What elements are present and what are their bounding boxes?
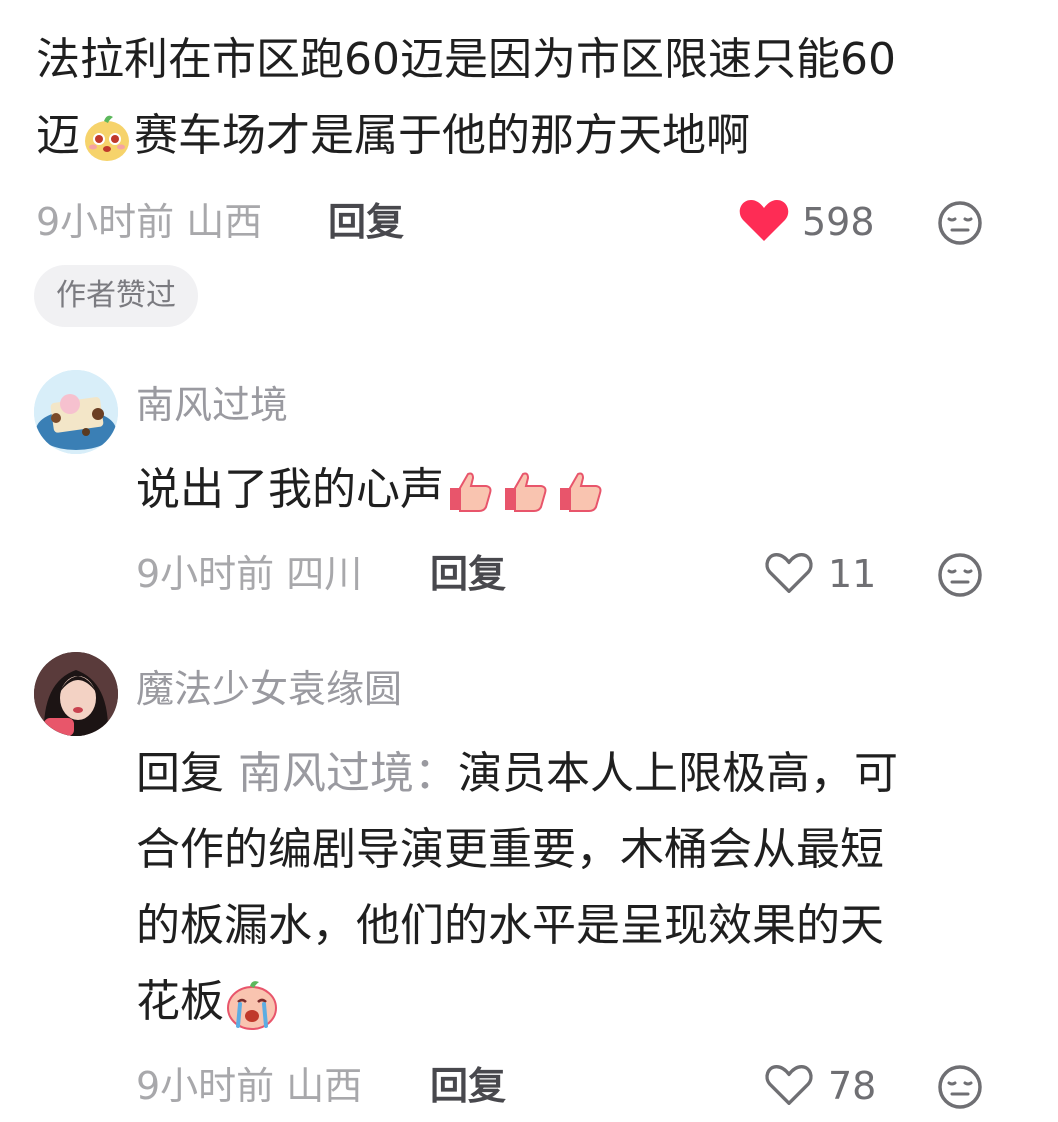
comment-location: 山西 [286,1064,363,1108]
thumbs-up-emoji-icon [444,470,496,514]
like-count: 78 [828,1064,877,1108]
thumbs-up-emoji-icon [554,470,606,514]
comment-location: 山西 [186,200,263,244]
heart-outline-icon [765,1065,813,1105]
dislike-button[interactable] [936,1063,984,1111]
reply-prefix: 回复 [136,748,224,799]
comment-text-line-2: 合作的编剧导演更重要，木桶会从最短 [136,824,884,875]
crying-face-emoji-icon [224,976,280,1032]
like-count: 11 [828,552,877,596]
comment-time: 9小时前 [36,200,175,244]
avatar[interactable] [34,652,118,736]
thumbs-up-emoji-icon [496,470,554,514]
comment-meta: 9小时前 山西 [36,198,262,246]
comment-location: 四川 [286,552,363,596]
like-count: 598 [802,200,875,244]
comment-text: 回复 南风过境：演员本人上限极高，可 合作的编剧导演更重要，木桶会从最短 的板漏… [136,736,1016,1040]
dislike-button[interactable] [936,551,984,599]
username[interactable]: 南风过境 [136,381,288,429]
username[interactable]: 魔法少女袁缘圆 [136,665,402,713]
comment-meta: 9小时前 四川 [136,550,362,598]
cute-face-emoji-icon [80,111,134,165]
comment-text: 说出了我的心声 [136,452,606,528]
comment-text-line-4: 花板 [136,964,1016,1040]
like-button[interactable] [764,1061,814,1109]
reply-button[interactable]: 回复 [430,1062,506,1110]
like-button[interactable] [738,197,790,245]
comment-text-line-3: 的板漏水，他们的水平是呈现效果的天 [136,900,884,951]
meh-face-icon [938,1065,982,1109]
reply-button[interactable]: 回复 [328,198,404,246]
comment-meta: 9小时前 山西 [136,1062,362,1110]
avatar-image [34,652,118,736]
avatar[interactable] [34,370,118,454]
author-liked-badge: 作者赞过 [34,265,198,327]
comment-text-line-1: 法拉利在市区跑60迈是因为市区限速只能60 [36,34,896,85]
comment-text: 法拉利在市区跑60迈是因为市区限速只能60 迈 赛车场才是属于他的那方天地啊 [36,22,1036,174]
heart-filled-icon [739,200,789,241]
heart-outline-icon [765,553,813,593]
comment-text-line-1: 回复 南风过境：演员本人上限极高，可 [136,748,898,799]
meh-face-icon [938,553,982,597]
reply-to-username[interactable]: 南风过境： [238,748,458,799]
meh-face-icon [938,201,982,245]
comment-time: 9小时前 [136,552,275,596]
reply-button[interactable]: 回复 [430,550,506,598]
like-button[interactable] [764,549,814,597]
dislike-button[interactable] [936,199,984,247]
avatar-image [34,370,118,454]
comment-text-line-2: 迈 赛车场才是属于他的那方天地啊 [36,98,1036,174]
comment-time: 9小时前 [136,1064,275,1108]
